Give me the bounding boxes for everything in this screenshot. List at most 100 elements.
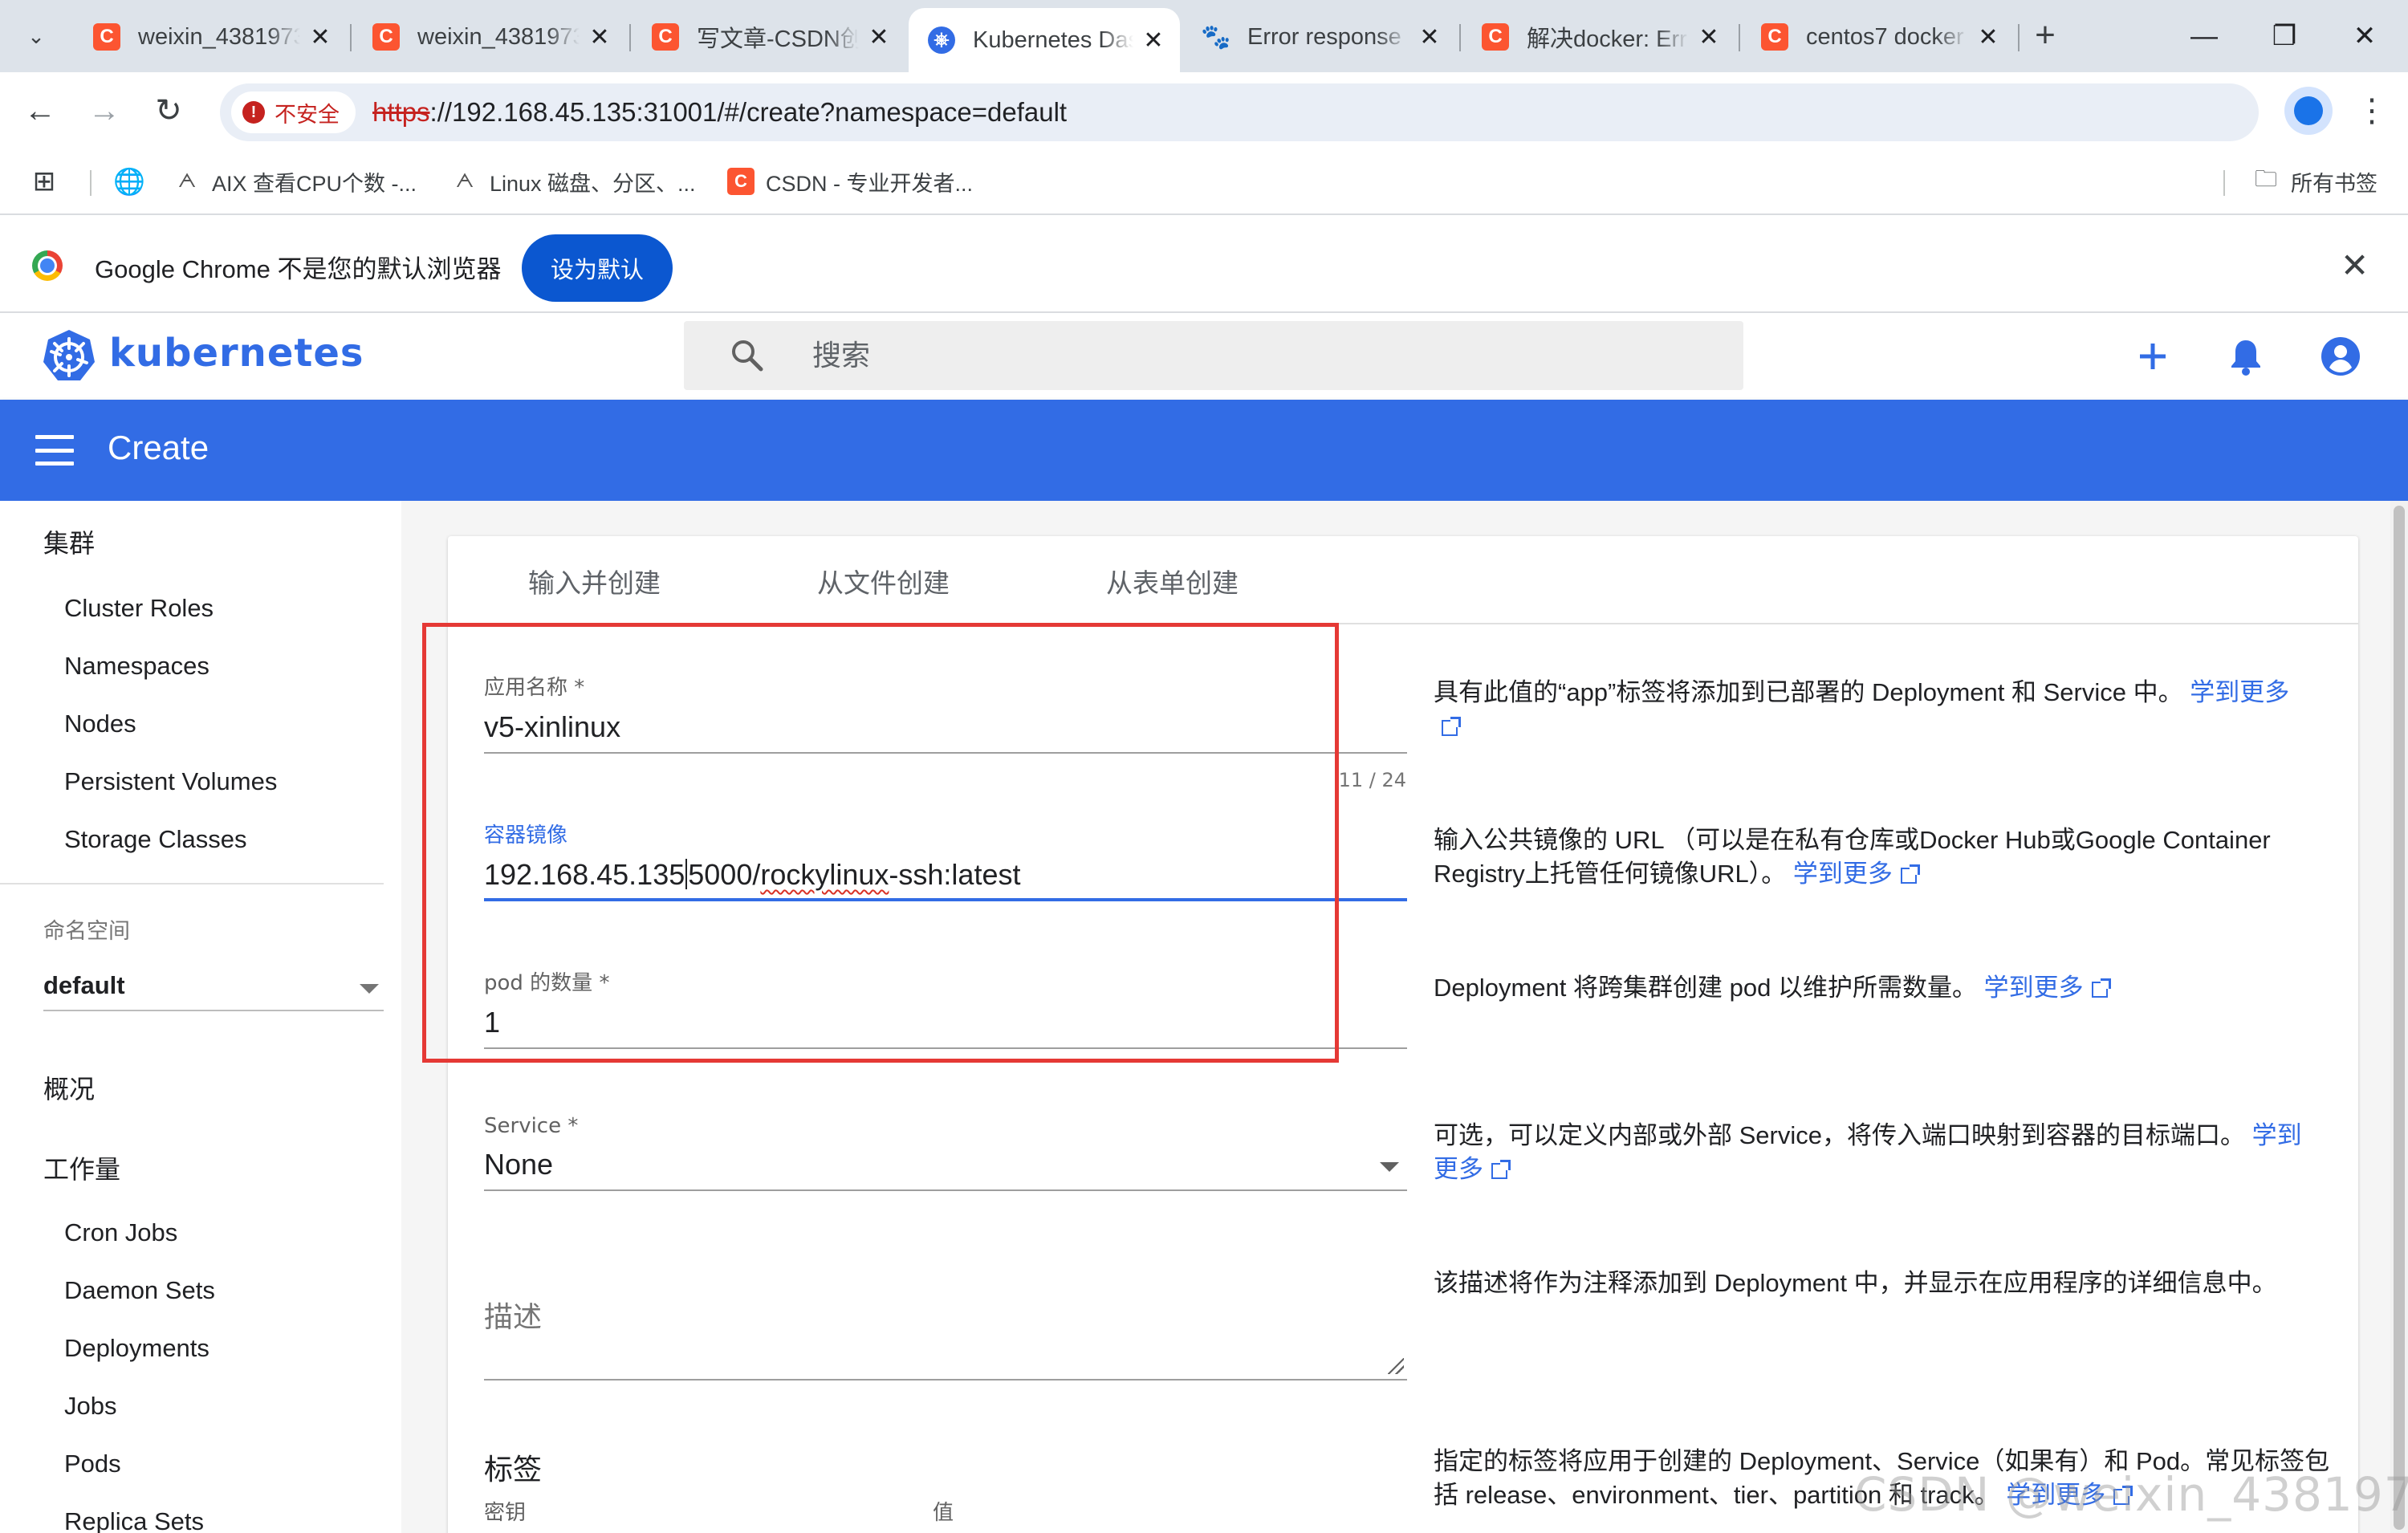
sidebar-item-persistent-volumes[interactable]: Persistent Volumes <box>64 767 277 796</box>
close-window-icon[interactable]: ✕ <box>2341 14 2389 58</box>
close-tab-icon[interactable]: ✕ <box>1141 26 1165 55</box>
create-plus-icon[interactable] <box>2129 332 2177 380</box>
sidebar-item-storage-classes[interactable]: Storage Classes <box>64 825 246 854</box>
learn-more-link[interactable]: 更多 <box>1434 1155 1483 1183</box>
learn-more-link[interactable]: 学到更多 <box>1984 974 2084 1002</box>
tab-search-chevron-icon[interactable]: ⌄ <box>11 11 61 61</box>
csdn-icon: C <box>1482 23 1509 51</box>
restore-icon[interactable]: ❐ <box>2260 14 2308 58</box>
kubernetes-logo-icon[interactable] <box>40 327 98 385</box>
minimize-icon[interactable]: — <box>2180 14 2228 58</box>
bookmark-item[interactable]: C CSDN - 专业开发者... <box>727 164 973 199</box>
namespace-select[interactable]: default <box>43 966 384 1011</box>
apps-grid-icon[interactable]: ⊞ <box>31 164 69 199</box>
browser-toolbar: ← → ↻ ! 不安全 https://192.168.45.135:31001… <box>0 72 2408 149</box>
bookmark-item[interactable]: ᗅ Linux 磁盘、分区、... <box>451 164 696 199</box>
sidebar-item-cluster-roles[interactable]: Cluster Roles <box>64 594 214 623</box>
search-bar <box>684 321 1743 390</box>
bookmark-item[interactable]: ᗅ AIX 查看CPU个数 -... <box>173 164 417 199</box>
browser-tab[interactable]: C weixin_43819738 ✕ <box>353 10 626 64</box>
tab-divider <box>350 24 352 51</box>
text-cursor <box>685 859 688 889</box>
tab-title: 写文章-CSDN创作中心 <box>697 26 859 52</box>
service-value-box[interactable]: None <box>484 1148 1407 1191</box>
brand-title[interactable]: kubernetes <box>109 331 364 376</box>
folder-icon: 🗀 <box>2254 166 2277 191</box>
app-name-field[interactable]: 应用名称 * v5-xinlinux <box>484 671 1407 754</box>
close-tab-icon[interactable]: ✕ <box>588 23 612 51</box>
browser-tab[interactable]: C centos7 docker ✕ <box>1742 10 2015 64</box>
external-link-icon[interactable] <box>2091 978 2111 998</box>
learn-more-link[interactable]: 学到更多 <box>1793 860 1893 888</box>
notifications-bell-icon[interactable] <box>2222 332 2270 380</box>
help-text: 可选，可以定义内部或外部 Service，将传入端口映射到容器的目标端口。 <box>1434 1121 2245 1149</box>
security-chip[interactable]: ! 不安全 <box>231 91 356 133</box>
browser-tab[interactable]: 🐾 Error response ✕ <box>1183 10 1456 64</box>
service-select[interactable]: Service * None <box>484 1114 1407 1191</box>
close-tab-icon[interactable]: ✕ <box>1418 23 1442 51</box>
container-image-field[interactable]: 容器镜像 192.168.45.135 5000/rockylinux-ssh:l… <box>484 819 1407 901</box>
globe-icon[interactable]: 🌐 <box>113 164 154 199</box>
close-tab-icon[interactable]: ✕ <box>1697 23 1721 51</box>
sidebar-item-replica-sets[interactable]: Replica Sets <box>64 1507 204 1533</box>
image-port: 5000/ <box>688 858 761 891</box>
sidebar-item-cron-jobs[interactable]: Cron Jobs <box>64 1218 177 1247</box>
all-bookmarks-button[interactable]: 🗀 所有书签 <box>2252 164 2377 199</box>
container-image-input[interactable]: 192.168.45.135 5000/rockylinux-ssh:latest <box>484 858 1407 901</box>
sidebar-item-namespaces[interactable]: Namespaces <box>64 652 209 681</box>
page-toolbar: Create <box>0 400 2408 501</box>
learn-more-link[interactable]: 学到 <box>2252 1121 2302 1149</box>
dropdown-caret-icon <box>360 984 379 994</box>
account-circle-icon[interactable] <box>2316 332 2365 380</box>
external-link-icon[interactable] <box>1442 717 1461 736</box>
description-textarea[interactable]: 描述 <box>484 1294 1407 1381</box>
tab-create-from-form[interactable]: 从表单创建 <box>1106 562 1239 600</box>
scrollbar-thumb[interactable] <box>2394 506 2405 1530</box>
default-browser-infobar: Google Chrome 不是您的默认浏览器 设为默认 ✕ <box>0 217 2408 313</box>
browser-tab-active[interactable]: ⎈ Kubernetes Dashboard ✕ <box>909 8 1180 72</box>
sidebar-item-deployments[interactable]: Deployments <box>64 1334 209 1363</box>
forward-arrow-icon[interactable]: → <box>80 87 128 135</box>
sidebar-heading-overview[interactable]: 概况 <box>43 1069 95 1106</box>
sidebar-heading-cluster[interactable]: 集群 <box>43 523 95 560</box>
menu-hamburger-icon[interactable] <box>35 435 74 466</box>
labels-heading: 标签 <box>484 1454 543 1486</box>
close-tab-icon[interactable]: ✕ <box>308 23 332 51</box>
csdn-icon: C <box>372 23 400 51</box>
sidebar-item-daemon-sets[interactable]: Daemon Sets <box>64 1276 215 1305</box>
learn-more-link[interactable]: 学到更多 <box>2190 678 2289 706</box>
resize-handle-icon[interactable] <box>1388 1358 1404 1374</box>
close-tab-icon[interactable]: ✕ <box>1976 23 2000 51</box>
back-arrow-icon[interactable]: ← <box>16 87 64 135</box>
browser-tab[interactable]: C weixin_43819738 ✕ <box>74 10 347 64</box>
close-tab-icon[interactable]: ✕ <box>867 23 891 51</box>
external-link-icon[interactable] <box>1900 864 1920 884</box>
browser-tab-strip: ⌄ C weixin_43819738 ✕ C weixin_43819738 … <box>0 0 2408 72</box>
sidebar-item-jobs[interactable]: Jobs <box>64 1392 116 1421</box>
reload-icon[interactable]: ↻ <box>144 87 193 135</box>
tab-create-from-input[interactable]: 输入并创建 <box>528 562 661 600</box>
description-field[interactable]: 描述 <box>484 1294 1407 1381</box>
chrome-menu-icon[interactable]: ⋮ <box>2352 87 2392 135</box>
new-tab-icon[interactable]: + <box>2023 13 2068 58</box>
pod-count-field[interactable]: pod 的数量 * 1 <box>484 966 1407 1049</box>
pod-count-input[interactable]: 1 <box>484 1006 1407 1049</box>
set-default-button[interactable]: 设为默认 <box>522 234 673 302</box>
profile-avatar-icon[interactable] <box>2284 87 2333 135</box>
tab-create-from-file[interactable]: 从文件创建 <box>817 562 950 600</box>
sidebar-item-nodes[interactable]: Nodes <box>64 710 136 738</box>
bookmark-label: Linux 磁盘、分区、... <box>490 171 696 196</box>
sidebar-item-pods[interactable]: Pods <box>64 1450 121 1478</box>
app-name-input[interactable]: v5-xinlinux <box>484 710 1407 754</box>
close-infobar-icon[interactable]: ✕ <box>2341 246 2369 285</box>
bookmarks-divider <box>90 170 92 196</box>
sidebar-heading-workloads[interactable]: 工作量 <box>43 1149 120 1186</box>
url-text[interactable]: https://192.168.45.135:31001/#/create?na… <box>372 97 1067 128</box>
external-link-icon[interactable] <box>1491 1160 1511 1179</box>
tab-title: centos7 docker <box>1806 23 1964 50</box>
browser-tab[interactable]: C 写文章-CSDN创作中心 ✕ <box>633 10 905 64</box>
browser-tab[interactable]: C 解决docker: Err ✕ <box>1462 10 1735 64</box>
address-bar[interactable]: ! 不安全 https://192.168.45.135:31001/#/cre… <box>220 83 2259 141</box>
search-input[interactable] <box>812 329 1695 382</box>
service-label: Service * <box>484 1114 579 1138</box>
